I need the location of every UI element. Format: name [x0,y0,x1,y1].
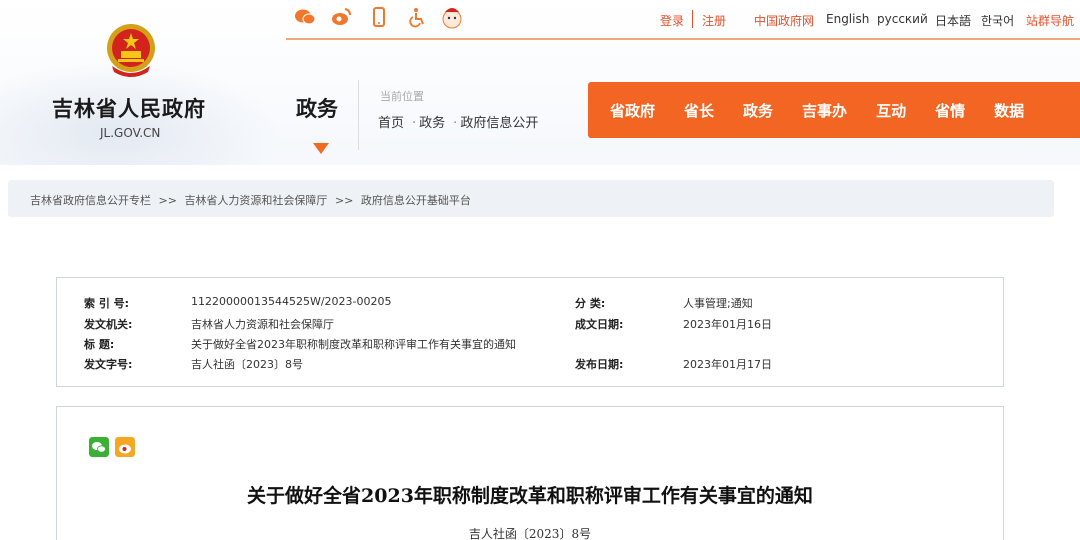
section-title: 政务 [296,97,338,121]
date-written-label: 成文日期: [575,318,624,331]
title-label: 标 题: [84,338,115,351]
weibo-share-icon[interactable] [115,437,135,457]
breadcrumb-separator: >> [158,194,177,207]
nav-item-interaction[interactable]: 互动 [876,100,906,121]
location-crumb-disclosure[interactable]: 政府信息公开 [460,116,538,131]
national-emblem-icon [107,24,155,77]
issuer-value: 吉林省人力资源和社会保障厅 [191,318,334,331]
nav-item-services[interactable]: 吉事办 [802,100,847,121]
issuer-label: 发文机关: [84,318,133,331]
weibo-icon[interactable] [330,6,352,28]
document-number: 吉人社函〔2023〕8号 [468,527,592,540]
wechat-share-icon[interactable] [89,437,109,457]
breadcrumb: 吉林省政府信息公开专栏 >> 吉林省人力资源和社会保障厅 >> 政府信息公开基础… [30,192,475,208]
document-content: 关于做好全省2023年职称制度改革和职称评审工作有关事宜的通知 吉人社函〔202… [56,406,1004,540]
section-arrow-icon [313,143,329,154]
location-crumb-home[interactable]: 首页 [378,116,404,131]
weibo-chat-icon[interactable] [294,6,316,28]
doc-number-label: 发文字号: [84,358,133,371]
header-divider [358,80,359,150]
nav-item-governor[interactable]: 省长 [684,100,714,121]
breadcrumb-bar: 吉林省政府信息公开专栏 >> 吉林省人力资源和社会保障厅 >> 政府信息公开基础… [8,180,1054,217]
korean-link[interactable]: 한국어 [981,12,1014,29]
breadcrumb-separator: >> [334,194,354,207]
info-row: 索 引 号: 11220000013544525W/2023-00205 分 类… [57,295,1003,315]
info-row: 标 题: 关于做好全省2023年职称制度改革和职称评审工作有关事宜的通知 [57,336,1003,356]
mascot-icon[interactable] [440,4,464,30]
category-value: 人事管理;通知 [683,297,753,310]
info-row: 发文字号: 吉人社函〔2023〕8号 发布日期: 2023年01月17日 [57,356,1003,376]
crumb-dot: · [453,116,458,131]
accessibility-icon[interactable] [406,6,428,28]
doc-number-value: 吉人社函〔2023〕8号 [191,358,303,371]
info-row: 发文机关: 吉林省人力资源和社会保障厅 成文日期: 2023年01月16日 [57,316,1003,336]
topbar-separator [692,10,693,28]
site-group-nav-link[interactable]: 站群导航 [1026,12,1074,29]
register-link[interactable]: 注册 [702,12,726,29]
location-breadcrumb: 首页 · 政务 · 政府信息公开 [378,112,541,131]
location-label: 当前位置 [380,90,424,103]
crumb-dot: · [412,116,417,131]
nav-item-affairs[interactable]: 政务 [743,100,773,121]
breadcrumb-item-platform[interactable]: 政府信息公开基础平台 [361,194,471,207]
mobile-icon[interactable] [368,6,390,28]
top-utility-bar: 登录 注册 中国政府网 English русский 日本語 한국어 站群导航 [286,0,1080,40]
location-crumb-affairs[interactable]: 政务 [419,116,445,131]
nav-item-provincial-gov[interactable]: 省政府 [610,100,655,121]
nav-item-province-info[interactable]: 省情 [935,100,965,121]
site-name[interactable]: 吉林省人民政府 [52,93,206,123]
title-value: 关于做好全省2023年职称制度改革和职称评审工作有关事宜的通知 [191,338,516,351]
breadcrumb-item-disclosure-column[interactable]: 吉林省政府信息公开专栏 [30,194,151,207]
login-link[interactable]: 登录 [660,12,684,29]
nav-item-data[interactable]: 数据 [994,100,1024,121]
main-navigation: 省政府 省长 政务 吉事办 互动 省情 数据 [588,82,1080,138]
gov-cn-link[interactable]: 中国政府网 [754,12,814,29]
document-info-table: 索 引 号: 11220000013544525W/2023-00205 分 类… [56,277,1004,387]
breadcrumb-item-hrss[interactable]: 吉林省人力资源和社会保障厅 [184,194,327,207]
english-link[interactable]: English [826,12,869,26]
publish-date-value: 2023年01月17日 [683,358,772,371]
category-label: 分 类: [575,297,606,310]
publish-date-label: 发布日期: [575,358,624,371]
japanese-link[interactable]: 日本語 [935,12,971,29]
site-domain: JL.GOV.CN [100,126,161,140]
date-written-value: 2023年01月16日 [683,318,772,331]
index-value: 11220000013544525W/2023-00205 [191,295,392,308]
russian-link[interactable]: русский [877,12,928,26]
site-header: 吉林省人民政府 JL.GOV.CN 登录 注册 中国政府网 English ру… [0,0,1080,165]
index-label: 索 引 号: [84,297,130,310]
document-title: 关于做好全省2023年职称制度改革和职称评审工作有关事宜的通知 [247,485,813,507]
